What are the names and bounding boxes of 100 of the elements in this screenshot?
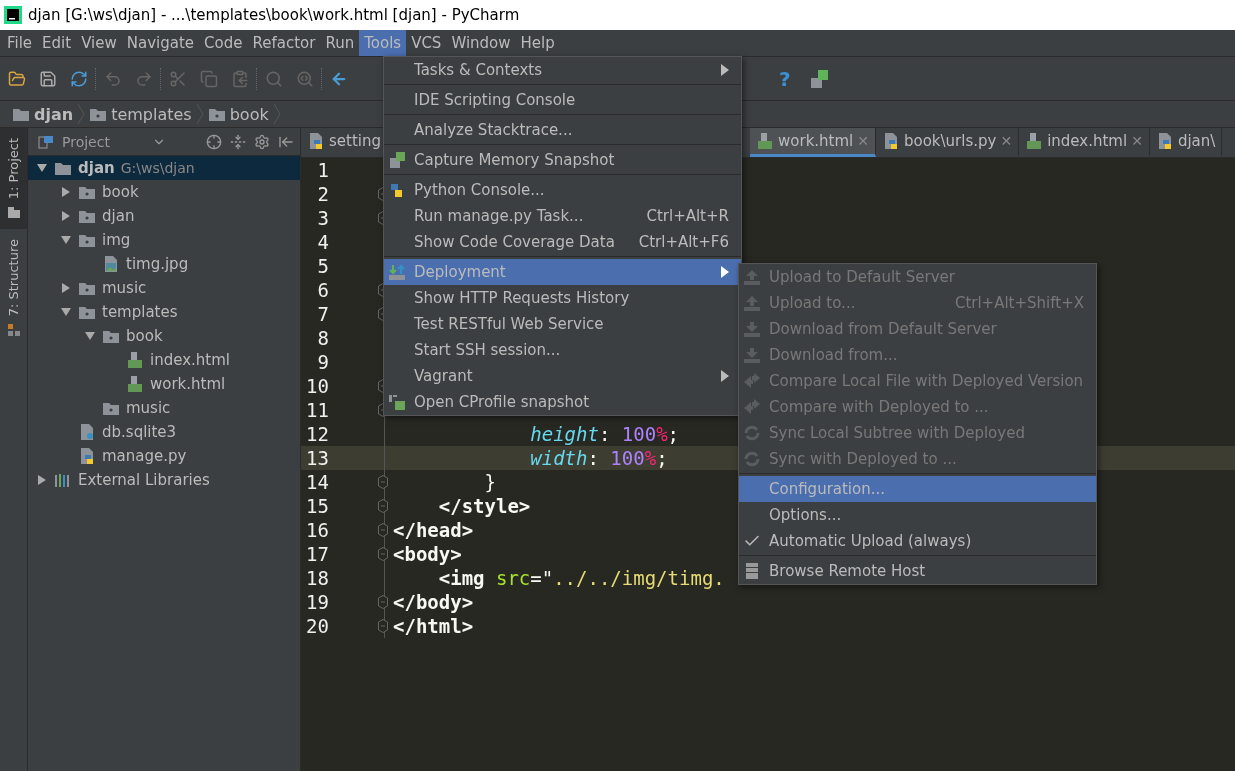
item-label: index.html <box>150 351 230 369</box>
menu-item[interactable]: Open CProfile snapshot <box>384 389 741 415</box>
menu-item[interactable]: Browse Remote Host <box>739 558 1096 584</box>
item-label: External Libraries <box>78 471 210 489</box>
line-number: 17 <box>305 543 329 565</box>
download-icon <box>743 320 761 338</box>
menu[interactable]: View <box>76 30 122 56</box>
panel-title: Project <box>62 133 110 150</box>
undo-icon[interactable] <box>104 69 122 88</box>
menu[interactable]: Code <box>199 30 248 56</box>
menu-item[interactable]: Automatic Upload (always) <box>739 528 1096 554</box>
expanded-arrow-icon[interactable] <box>36 162 48 174</box>
close-button[interactable]: ✕ <box>1000 133 1013 149</box>
collapsed-arrow-icon[interactable] <box>60 282 72 294</box>
tree-item[interactable]: book <box>28 180 300 204</box>
menu[interactable]: Navigate <box>121 30 200 56</box>
code-line: </body> <box>392 591 474 613</box>
settings-icon[interactable] <box>254 133 270 150</box>
save-icon[interactable] <box>39 69 57 88</box>
line-number: 7 <box>316 303 329 325</box>
fold-marker-icon[interactable] <box>378 619 388 633</box>
help-button[interactable]: ? <box>779 66 791 91</box>
open-folder-icon[interactable] <box>8 69 26 88</box>
breadcrumb[interactable]: templates <box>111 104 192 124</box>
tree-item[interactable]: work.html <box>28 372 300 396</box>
tree-item[interactable]: djan <box>28 204 300 228</box>
item-label: manage.py <box>102 447 187 465</box>
compare-icon <box>743 398 761 416</box>
menu-item[interactable]: Capture Memory Snapshot <box>384 147 741 173</box>
tree-item[interactable]: manage.py <box>28 444 300 468</box>
editor-tab[interactable]: work.html ✕ <box>750 128 876 157</box>
collapsed-arrow-icon[interactable] <box>36 474 48 486</box>
deploy-icon[interactable] <box>808 68 829 89</box>
expanded-arrow-icon[interactable] <box>60 306 72 318</box>
tree-item[interactable]: db.sqlite3 <box>28 420 300 444</box>
tree-item[interactable]: timg.jpg <box>28 252 300 276</box>
tool-window-tab[interactable]: 7: Structure <box>0 229 27 347</box>
download-icon <box>743 346 761 364</box>
sync-icon <box>743 450 761 468</box>
menu-item[interactable]: Analyze Stacktrace... <box>384 117 741 143</box>
item-label: templates <box>102 303 178 321</box>
fold-marker-icon[interactable] <box>378 499 388 513</box>
menu[interactable]: Run <box>320 30 360 56</box>
editor-tab[interactable]: djan\ <box>1149 128 1223 157</box>
editor-tab[interactable]: index.html ✕ <box>1019 128 1150 157</box>
fold-marker-icon[interactable] <box>378 523 388 537</box>
tree-item[interactable]: img <box>28 228 300 252</box>
unknown-file-icon <box>78 423 96 441</box>
close-button[interactable]: ✕ <box>1131 133 1143 149</box>
sync-icon[interactable] <box>70 69 88 88</box>
tree-item[interactable]: book <box>28 324 300 348</box>
expanded-arrow-icon[interactable] <box>84 330 96 342</box>
search-icon[interactable] <box>265 69 283 88</box>
line-number: 10 <box>305 375 329 397</box>
collapsed-arrow-icon[interactable] <box>60 186 72 198</box>
tree-item[interactable]: music <box>28 276 300 300</box>
item-label: music <box>102 279 147 297</box>
expanded-arrow-icon[interactable] <box>60 234 72 246</box>
structure-icon <box>6 322 21 337</box>
menu-item[interactable]: Run manage.py Task... Ctrl+Alt+R <box>384 203 741 229</box>
line-number: 19 <box>305 591 329 613</box>
menu-item[interactable]: Start SSH session... <box>384 337 741 363</box>
collapsed-arrow-icon[interactable] <box>60 210 72 222</box>
tree-item[interactable]: music <box>28 396 300 420</box>
menu[interactable]: Refactor <box>247 30 321 56</box>
menu[interactable]: VCS <box>406 30 447 56</box>
tree-item[interactable]: djan G:\ws\djan <box>28 156 300 180</box>
paste-icon[interactable] <box>231 69 249 88</box>
menu-item[interactable]: Options... <box>739 502 1096 528</box>
breadcrumb[interactable]: djan <box>34 104 74 124</box>
locate-icon[interactable] <box>206 133 222 150</box>
tree-item[interactable]: templates <box>28 300 300 324</box>
menu-item[interactable]: IDE Scripting Console <box>384 87 741 113</box>
menu[interactable]: Window <box>446 30 516 56</box>
menu-item[interactable]: Python Console... <box>384 177 741 203</box>
menu[interactable]: Help <box>515 30 560 56</box>
copy-icon[interactable] <box>200 69 218 88</box>
collapse-icon[interactable] <box>230 133 246 150</box>
redo-icon[interactable] <box>135 69 153 88</box>
menu-item[interactable]: Test RESTful Web Service <box>384 311 741 337</box>
menu-item[interactable]: Vagrant <box>384 363 741 389</box>
fold-marker-icon[interactable] <box>378 595 388 609</box>
submenu-arrow-icon <box>721 266 729 278</box>
code-line: </html> <box>392 615 474 637</box>
menu[interactable]: File <box>2 30 38 56</box>
tool-window-tab[interactable]: 1: Project <box>0 128 27 230</box>
breadcrumb[interactable]: book <box>229 104 269 124</box>
fold-marker-icon[interactable] <box>378 475 388 489</box>
tree-item[interactable]: External Libraries <box>28 468 300 492</box>
menu-item[interactable]: Tasks & Contexts <box>384 57 741 83</box>
menu-item[interactable]: Show Code Coverage Data Ctrl+Alt+F6 <box>384 229 741 255</box>
menu-item[interactable]: Show HTTP Requests History <box>384 285 741 311</box>
editor-tab[interactable]: book\urls.py ✕ <box>876 128 1020 157</box>
fold-marker-icon[interactable] <box>378 547 388 561</box>
cut-icon[interactable] <box>169 69 187 88</box>
code-line: } <box>483 471 496 493</box>
replace-icon[interactable] <box>296 69 314 88</box>
menu[interactable]: Edit <box>37 30 77 56</box>
tree-item[interactable]: index.html <box>28 348 300 372</box>
line-number: 4 <box>316 231 329 253</box>
